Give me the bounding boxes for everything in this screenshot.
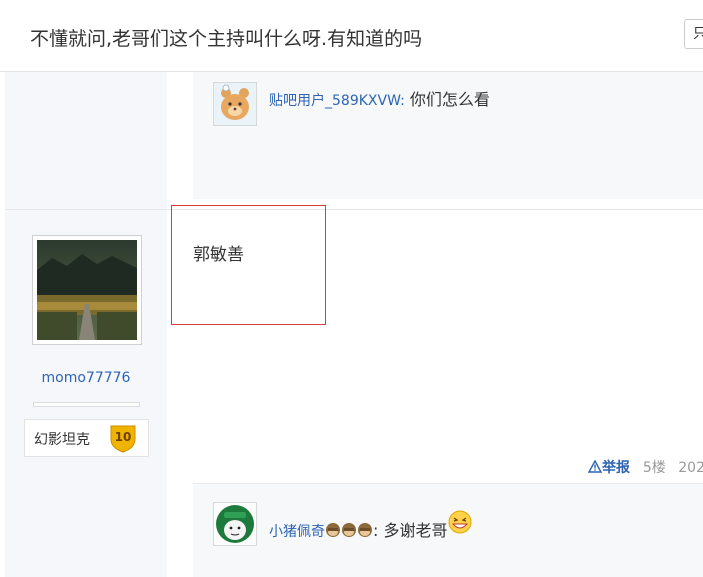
green-avatar-icon	[214, 503, 256, 545]
report-label: 举报	[602, 460, 630, 476]
comment-username[interactable]: 小猪佩奇	[269, 524, 325, 540]
thread-header: 不懂就问,老哥们这个主持叫什么呀.有知道的吗 只	[0, 0, 703, 72]
comment-item: 小猪佩奇 : 多谢老哥	[269, 510, 473, 542]
post-tail: 举报 5楼 202	[587, 457, 703, 477]
landscape-avatar-icon	[37, 240, 137, 340]
commenter-avatar[interactable]	[213, 82, 257, 126]
report-button[interactable]: 举报	[587, 459, 635, 476]
author-level-bar	[33, 402, 140, 407]
member-badge[interactable]: 幻影坦克 10	[24, 419, 149, 457]
grin-face-icon	[447, 510, 473, 538]
author-username[interactable]: momo77776	[0, 370, 172, 386]
badge-level: 10	[115, 430, 132, 444]
comment-text: 你们怎么看	[409, 90, 490, 109]
monkey-face-icon	[325, 522, 373, 542]
badge-name: 幻影坦克	[34, 432, 90, 448]
comment-username[interactable]: 贴吧用户_589KXVW:	[269, 93, 405, 109]
commenter-avatar[interactable]	[213, 502, 257, 546]
floor-divider	[5, 209, 703, 210]
author-avatar[interactable]	[32, 235, 142, 345]
post-date: 202	[678, 460, 703, 476]
warning-triangle-icon	[587, 459, 603, 473]
post-content: 郭敏善	[193, 245, 244, 265]
comment-list: 贴吧用户_589KXVW: 你们怎么看	[193, 72, 703, 199]
comment-item: 贴吧用户_589KXVW: 你们怎么看	[269, 86, 490, 110]
highlight-box	[171, 205, 326, 325]
bear-avatar-icon	[214, 83, 256, 125]
only-author-button[interactable]: 只	[684, 19, 703, 49]
comment-text: : 多谢老哥	[373, 521, 448, 540]
reply-list: 小猪佩奇 : 多谢老哥	[193, 483, 703, 577]
badge-level-icon: 10	[109, 423, 137, 453]
thread-title: 不懂就问,老哥们这个主持叫什么呀.有知道的吗	[30, 28, 423, 50]
floor-number: 5楼	[642, 460, 666, 476]
